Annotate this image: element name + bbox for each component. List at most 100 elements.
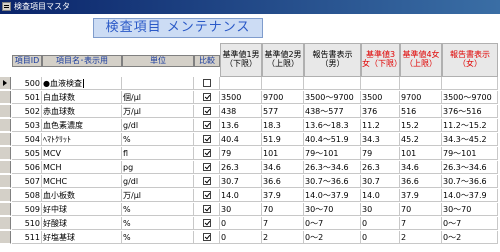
record-selector[interactable]: [0, 133, 11, 146]
table-row[interactable]: 503 血色素濃度 g/dl 13.6 18.3 13.6〜18.3 11.2 15.2 11.…: [0, 119, 500, 133]
cell-id[interactable]: 511: [12, 231, 42, 244]
cell-m_high[interactable]: 51.9: [262, 133, 304, 146]
cell-id[interactable]: 508: [12, 189, 42, 202]
cell-f_disp[interactable]: 3500〜9700: [442, 91, 498, 104]
cell-name[interactable]: 白血球数: [42, 91, 122, 104]
record-selector[interactable]: [0, 217, 11, 230]
record-selector[interactable]: [0, 105, 11, 118]
cell-compare[interactable]: [194, 189, 220, 202]
cell-m_disp[interactable]: 30〜70: [304, 203, 361, 216]
cell-name[interactable]: ●血液検査: [42, 77, 122, 90]
cell-name[interactable]: 赤血球数: [42, 105, 122, 118]
cell-m_disp[interactable]: 0〜7: [304, 217, 361, 230]
record-selector[interactable]: [0, 231, 11, 244]
cell-id[interactable]: 501: [12, 91, 42, 104]
cell-m_high[interactable]: 36.6: [262, 175, 304, 188]
cell-m_low[interactable]: 30.7: [220, 175, 262, 188]
cell-m_high[interactable]: 577: [262, 105, 304, 118]
cell-f_disp[interactable]: 0〜2: [442, 231, 498, 244]
cell-m_high[interactable]: 34.6: [262, 161, 304, 174]
compare-checkbox[interactable]: [202, 134, 211, 143]
cell-f_high[interactable]: 9700: [400, 91, 442, 104]
cell-m_low[interactable]: 40.4: [220, 133, 262, 146]
cell-f_low[interactable]: [361, 77, 400, 90]
cell-m_low[interactable]: 13.6: [220, 119, 262, 132]
cell-name[interactable]: 血小板数: [42, 189, 122, 202]
record-selector[interactable]: [0, 91, 11, 104]
cell-id[interactable]: 505: [12, 147, 42, 160]
cell-f_low[interactable]: 30: [361, 203, 400, 216]
cell-id[interactable]: 506: [12, 161, 42, 174]
cell-unit[interactable]: 万/μl: [122, 105, 194, 118]
cell-f_disp[interactable]: 79〜101: [442, 147, 498, 160]
cell-name[interactable]: 好塩基球: [42, 231, 122, 244]
cell-compare[interactable]: [194, 203, 220, 216]
cell-m_high[interactable]: 18.3: [262, 119, 304, 132]
cell-unit[interactable]: [122, 77, 194, 90]
cell-id[interactable]: 504: [12, 133, 42, 146]
cell-compare[interactable]: [194, 175, 220, 188]
cell-f_low[interactable]: 0: [361, 231, 400, 244]
cell-id[interactable]: 502: [12, 105, 42, 118]
cell-f_high[interactable]: [400, 77, 442, 90]
compare-checkbox[interactable]: [202, 204, 211, 213]
cell-m_low[interactable]: 30: [220, 203, 262, 216]
cell-m_low[interactable]: 14.0: [220, 189, 262, 202]
record-selector[interactable]: [0, 203, 11, 216]
cell-id[interactable]: 503: [12, 119, 42, 132]
cell-unit[interactable]: pg: [122, 161, 194, 174]
cell-f_low[interactable]: 376: [361, 105, 400, 118]
cell-id[interactable]: 507: [12, 175, 42, 188]
cell-m_disp[interactable]: 30.7〜36.6: [304, 175, 361, 188]
table-row[interactable]: 508 血小板数 万/μl 14.0 37.9 14.0〜37.9 14.0 37.9 14.0…: [0, 189, 500, 203]
cell-f_disp[interactable]: 11.2〜15.2: [442, 119, 498, 132]
cell-unit[interactable]: fl: [122, 147, 194, 160]
cell-unit[interactable]: %: [122, 203, 194, 216]
compare-checkbox[interactable]: [202, 232, 211, 241]
compare-checkbox[interactable]: [202, 218, 211, 227]
cell-m_high[interactable]: 70: [262, 203, 304, 216]
cell-f_disp[interactable]: 30.7〜36.6: [442, 175, 498, 188]
cell-f_disp[interactable]: 376〜516: [442, 105, 498, 118]
cell-m_low[interactable]: 0: [220, 217, 262, 230]
cell-f_disp[interactable]: 30〜70: [442, 203, 498, 216]
cell-compare[interactable]: [194, 133, 220, 146]
cell-f_low[interactable]: 34.3: [361, 133, 400, 146]
cell-compare[interactable]: [194, 161, 220, 174]
cell-m_high[interactable]: 2: [262, 231, 304, 244]
cell-m_high[interactable]: [262, 77, 304, 90]
cell-m_disp[interactable]: 3500〜9700: [304, 91, 361, 104]
cell-f_low[interactable]: 14.0: [361, 189, 400, 202]
cell-f_high[interactable]: 516: [400, 105, 442, 118]
cell-f_disp[interactable]: 14.0〜37.9: [442, 189, 498, 202]
cell-m_low[interactable]: 3500: [220, 91, 262, 104]
cell-f_low[interactable]: 3500: [361, 91, 400, 104]
record-selector[interactable]: [0, 175, 11, 188]
table-row[interactable]: 504 ﾍﾏﾄｸﾘｯﾄ% 40.4 51.9 40.4〜51.9 34.3 45.2 34.3…: [0, 133, 500, 147]
cell-name[interactable]: ﾍﾏﾄｸﾘｯﾄ: [42, 133, 122, 146]
compare-checkbox[interactable]: [202, 106, 211, 115]
cell-id[interactable]: 510: [12, 217, 42, 230]
cell-m_high[interactable]: 37.9: [262, 189, 304, 202]
cell-m_disp[interactable]: 14.0〜37.9: [304, 189, 361, 202]
cell-unit[interactable]: %: [122, 133, 194, 146]
cell-m_high[interactable]: 7: [262, 217, 304, 230]
cell-f_high[interactable]: 101: [400, 147, 442, 160]
cell-unit[interactable]: %: [122, 231, 194, 244]
cell-unit[interactable]: 個/μl: [122, 91, 194, 104]
cell-f_high[interactable]: 70: [400, 203, 442, 216]
cell-name[interactable]: MCV: [42, 147, 122, 160]
table-row[interactable]: 506 MCH pg 26.3 34.6 26.3〜34.6 26.3 34.6 26.3〜34…: [0, 161, 500, 175]
cell-m_disp[interactable]: 26.3〜34.6: [304, 161, 361, 174]
cell-compare[interactable]: [194, 91, 220, 104]
cell-compare[interactable]: [194, 119, 220, 132]
cell-f_high[interactable]: 34.6: [400, 161, 442, 174]
record-selector[interactable]: [0, 161, 11, 174]
table-row[interactable]: 507 MCHC g/dl 30.7 36.6 30.7〜36.6 30.7 36.6 30.7…: [0, 175, 500, 189]
cell-f_low[interactable]: 0: [361, 217, 400, 230]
compare-checkbox[interactable]: [202, 162, 211, 171]
compare-checkbox[interactable]: [202, 92, 211, 101]
cell-m_disp[interactable]: 438〜577: [304, 105, 361, 118]
cell-compare[interactable]: [194, 147, 220, 160]
cell-f_disp[interactable]: [442, 77, 498, 90]
